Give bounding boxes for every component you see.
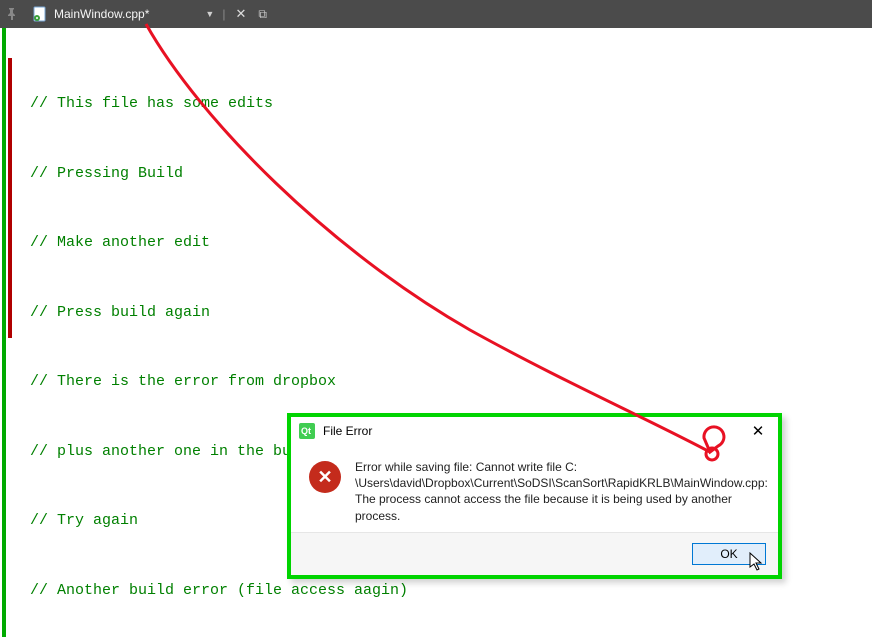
dialog-message: Error while saving file: Cannot write fi… xyxy=(355,459,768,524)
tab-title: MainWindow.cpp* xyxy=(54,7,149,21)
dialog-line-3: The process cannot access the file becau… xyxy=(355,491,768,523)
tab-dropdown-icon[interactable]: ▼ xyxy=(205,9,214,19)
error-icon: ✕ xyxy=(309,461,341,493)
code-line: // This file has some edits xyxy=(30,96,453,113)
tab-bar: MainWindow.cpp* ▼ | ✕ ⧉ xyxy=(0,0,872,28)
cpp-file-icon xyxy=(32,6,48,22)
change-marker-red xyxy=(8,58,12,338)
error-dialog: File Error ✕ ✕ Error while saving file: … xyxy=(287,413,782,579)
tab-overflow-icon[interactable]: ⧉ xyxy=(258,7,267,22)
tab-close-icon[interactable]: ✕ xyxy=(233,6,248,22)
code-line: // There is the error from dropbox xyxy=(30,374,453,391)
dialog-title-text: File Error xyxy=(323,424,372,438)
dialog-close-icon[interactable]: ✕ xyxy=(744,424,772,439)
tab-separator: | xyxy=(222,7,225,21)
pin-icon[interactable] xyxy=(4,6,20,22)
qt-icon xyxy=(299,423,315,439)
dialog-titlebar[interactable]: File Error ✕ xyxy=(291,417,778,445)
code-line: // Press build again xyxy=(30,305,453,322)
dialog-line-1: Error while saving file: Cannot write fi… xyxy=(355,459,768,475)
dialog-line-2: \Users\david\Dropbox\Current\SoDSI\ScanS… xyxy=(355,475,768,491)
dialog-body: ✕ Error while saving file: Cannot write … xyxy=(291,445,778,532)
mouse-cursor-icon xyxy=(749,552,765,572)
code-line: // Another build error (file access aagi… xyxy=(30,583,453,600)
document-tab[interactable]: MainWindow.cpp* xyxy=(26,0,155,28)
code-line: // Pressing Build xyxy=(30,166,453,183)
code-line: // Make another edit xyxy=(30,235,453,252)
dialog-footer: OK xyxy=(291,532,778,575)
